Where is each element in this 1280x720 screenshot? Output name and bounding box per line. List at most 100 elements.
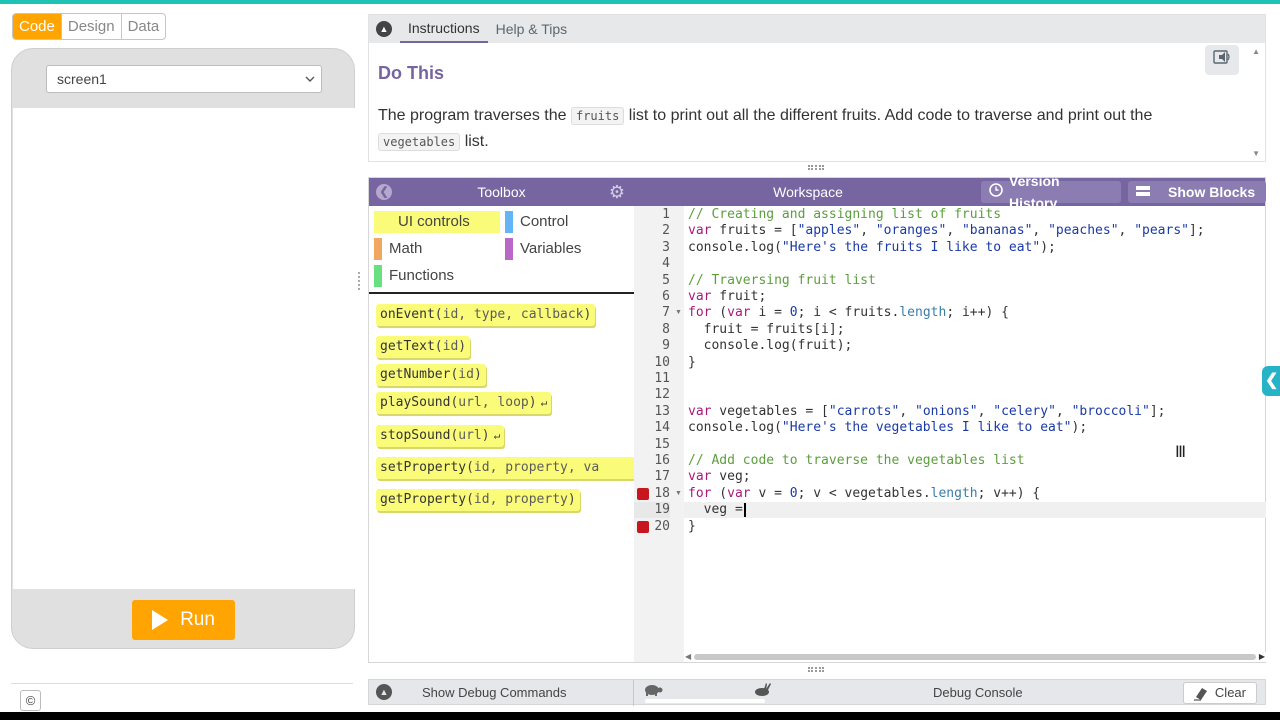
copyright-button[interactable]: © [20, 690, 41, 711]
scroll-left-icon[interactable]: ◀ [685, 652, 691, 661]
line-number: 14 [654, 420, 670, 435]
scroll-down-icon[interactable]: ▼ [1252, 149, 1260, 158]
scrollbar-thumb[interactable] [694, 654, 1256, 660]
block-name: stopSound [380, 428, 451, 443]
code-line: // Creating and assigning list of fruits [688, 207, 1002, 222]
block-params: url [458, 428, 482, 443]
code-mode-button[interactable]: Code [13, 14, 62, 39]
line-number: 6 [662, 289, 670, 304]
run-label: Run [180, 609, 215, 630]
category-ui-controls[interactable]: UI controls [374, 211, 500, 233]
tab-instructions[interactable]: Instructions [400, 20, 488, 43]
code-line: var veg; [688, 469, 751, 484]
category-swatch [505, 211, 513, 233]
code-text-area[interactable]: // Creating and assigning list of fruits… [684, 206, 1266, 652]
show-blocks-button[interactable]: Show Blocks [1128, 181, 1266, 203]
block-gettext[interactable]: getText(id) [376, 336, 471, 358]
code-line: for (var v = 0; v < vegetables.length; v… [688, 486, 1041, 501]
instructions-body: The program traverses the fruits list to… [378, 103, 1238, 155]
tab-help-and-tips[interactable]: Help & Tips [488, 21, 576, 43]
line-number: 3 [662, 240, 670, 255]
show-debug-commands-button[interactable]: Show Debug Commands [422, 685, 567, 700]
instructions-resize-handle[interactable] [808, 165, 824, 170]
block-stopsound[interactable]: stopSound(url) ↵ [376, 425, 505, 447]
instructions-text: list to print out all the different frui… [624, 107, 1153, 124]
line-number: 11 [654, 371, 670, 386]
toolbox-title: Toolbox [477, 184, 526, 200]
data-mode-button[interactable]: Data [122, 14, 166, 39]
line-number: 17 [654, 469, 670, 484]
app-screen[interactable] [13, 108, 355, 589]
code-line: } [688, 519, 696, 534]
return-icon: ↵ [493, 429, 501, 442]
screen-select[interactable]: screen1 [46, 65, 322, 93]
fold-arrow-icon[interactable]: ▼ [675, 305, 682, 321]
line-number: 18 [654, 486, 670, 501]
block-getnumber[interactable]: getNumber(id) [376, 364, 486, 386]
category-label: Functions [389, 267, 455, 284]
line-number: 12 [654, 387, 670, 402]
mouse-ibeam-cursor: Ⅲ [1175, 444, 1187, 461]
line-number: 8 [662, 322, 670, 337]
category-variables[interactable]: Variables [500, 238, 620, 260]
version-history-button[interactable]: Version History [981, 173, 1121, 211]
code-line: console.log(fruit); [688, 338, 853, 353]
expand-side-panel-button[interactable]: ❮ [1262, 366, 1280, 396]
instructions-header: ▲ Instructions Help & Tips [369, 15, 1265, 43]
line-number: 1 [662, 207, 670, 222]
mode-toggle: Code Design Data [12, 13, 167, 40]
block-setproperty[interactable]: setProperty(id, property, va [376, 457, 634, 479]
divider [633, 680, 634, 706]
category-control[interactable]: Control [500, 211, 620, 233]
block-name: getProperty [380, 492, 467, 507]
line-number: 10 [654, 355, 670, 370]
panel-resize-handle[interactable] [358, 272, 362, 290]
category-functions[interactable]: Functions [369, 265, 495, 287]
text-cursor [743, 502, 746, 517]
editor-resize-handle[interactable] [808, 667, 824, 672]
clear-console-button[interactable]: Clear [1183, 682, 1257, 704]
block-paren: ) [458, 339, 467, 354]
line-number: 15 [654, 437, 670, 452]
block-paren: ( [466, 460, 474, 475]
divider [11, 683, 353, 684]
eraser-icon [1193, 683, 1209, 709]
block-paren: ( [466, 492, 474, 507]
line-number: 20 [654, 519, 670, 534]
toolbox-header: ❮ Toolbox ⚙ [369, 178, 634, 206]
debug-console-label: Debug Console [933, 685, 1023, 700]
block-playsound[interactable]: playSound(url, loop) ↵ [376, 392, 552, 414]
block-onevent[interactable]: onEvent(id, type, callback) [376, 304, 596, 326]
scroll-up-icon[interactable]: ▲ [1252, 47, 1260, 56]
instructions-text: The program traverses the [378, 107, 571, 124]
clear-label: Clear [1214, 685, 1246, 700]
blocks-icon [1136, 181, 1152, 203]
line-number-gutter[interactable]: 1 2 3 4 5 6 7 ▼ 8 9 10 11 12 13 14 15 16… [634, 206, 684, 662]
scroll-right-icon[interactable]: ▶ [1259, 652, 1265, 661]
app-preview-frame: screen1 Run [11, 48, 355, 649]
block-getproperty[interactable]: getProperty(id, property) [376, 489, 580, 511]
run-button[interactable]: Run [132, 600, 235, 640]
code-line: console.log("Here's the fruits I like to… [688, 240, 1056, 255]
toolbox-blocks: onEvent(id, type, callback) getText(id) … [369, 296, 634, 662]
code-line: // Traversing fruit list [688, 273, 876, 288]
code-chip-fruits: fruits [570, 107, 625, 125]
text-to-speech-button[interactable] [1205, 45, 1239, 75]
fold-arrow-icon[interactable]: ▼ [675, 486, 682, 502]
block-params: id [458, 367, 474, 382]
line-number: 4 [662, 256, 670, 271]
category-math[interactable]: Math [369, 238, 495, 260]
code-line: for (var i = 0; i < fruits.length; i++) … [688, 305, 1009, 320]
design-mode-button[interactable]: Design [62, 14, 122, 39]
gear-icon[interactable]: ⚙ [609, 182, 625, 202]
horizontal-scrollbar[interactable]: ◀ ▶ [684, 652, 1266, 662]
category-swatch [374, 238, 382, 260]
line-number: 9 [662, 338, 670, 353]
expand-debug-icon[interactable]: ▲ [376, 684, 392, 700]
debug-bar: ▲ Show Debug Commands Debug Console Clea… [368, 679, 1266, 706]
bottom-bar [0, 712, 1280, 720]
line-number: 5 [662, 273, 670, 288]
speed-slider[interactable] [645, 699, 765, 703]
collapse-instructions-icon[interactable]: ▲ [376, 21, 392, 37]
block-params: id, type, callback [442, 307, 584, 322]
